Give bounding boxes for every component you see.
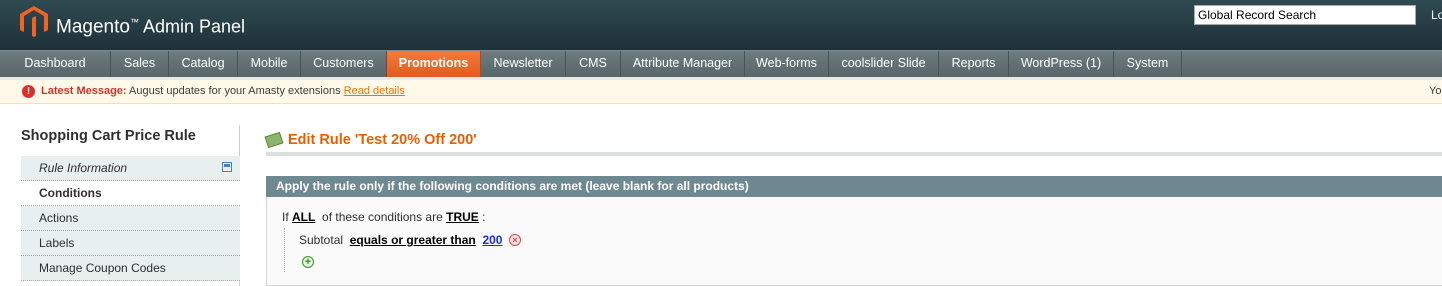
notification-label: Latest Message: bbox=[41, 85, 127, 97]
tab-rule-information[interactable]: Rule Information bbox=[21, 156, 240, 181]
condition-middle: of these conditions are bbox=[322, 210, 443, 224]
logout-link[interactable]: Lo bbox=[1431, 8, 1442, 22]
add-condition-icon[interactable]: + bbox=[302, 256, 314, 268]
notification-message: August updates for your Amasty extension… bbox=[129, 85, 341, 97]
nav-wordpress[interactable]: WordPress (1) bbox=[1009, 51, 1114, 77]
nav-reports[interactable]: Reports bbox=[939, 51, 1009, 77]
tab-actions[interactable]: Actions bbox=[21, 206, 240, 231]
brand-title: Magento™ Admin Panel bbox=[56, 10, 245, 39]
condition-suffix: : bbox=[482, 210, 486, 224]
conditions-fieldset-header: Apply the rule only if the following con… bbox=[266, 176, 1442, 197]
nav-customers[interactable]: Customers bbox=[301, 51, 387, 77]
page-title: Edit Rule 'Test 20% Off 200' bbox=[288, 132, 477, 148]
aggregator-select[interactable]: ALL bbox=[292, 210, 315, 224]
brand-suffix: Admin Panel bbox=[142, 16, 246, 37]
read-details-link[interactable]: Read details bbox=[344, 85, 405, 97]
condition-tree-line bbox=[284, 228, 285, 272]
condition-item: Subtotal equals or greater than 200 bbox=[299, 233, 502, 247]
notification-text: Latest Message: August updates for your … bbox=[41, 85, 405, 97]
condition-operator-select[interactable]: equals or greater than bbox=[350, 233, 476, 247]
global-search-input[interactable] bbox=[1194, 5, 1416, 25]
header-bar: Magento™Admin Panel Lo bbox=[0, 0, 1442, 50]
tab-manage-coupon-codes[interactable]: Manage Coupon Codes bbox=[21, 256, 240, 281]
nav-attribute-manager[interactable]: Attribute Manager bbox=[621, 51, 745, 77]
nav-sales[interactable]: Sales bbox=[111, 51, 169, 77]
condition-value-link[interactable]: 200 bbox=[482, 233, 502, 247]
main-nav: Dashboard Sales Catalog Mobile Customers… bbox=[0, 50, 1442, 77]
nav-catalog[interactable]: Catalog bbox=[169, 51, 238, 77]
magento-logo-icon[interactable] bbox=[20, 6, 48, 38]
nav-promotions[interactable]: Promotions bbox=[387, 51, 481, 77]
brand-name: Magento bbox=[56, 16, 130, 38]
aggregator-value-select[interactable]: TRUE bbox=[446, 210, 479, 224]
changed-save-icon bbox=[222, 162, 232, 172]
brand-tm: ™ bbox=[129, 17, 139, 27]
condition-prefix: If bbox=[282, 210, 289, 224]
nav-coolslider-slide[interactable]: coolslider Slide bbox=[829, 51, 939, 77]
nav-newsletter[interactable]: Newsletter bbox=[481, 51, 566, 77]
tab-conditions[interactable]: Conditions bbox=[21, 181, 240, 206]
condition-aggregator-line: If ALL of these conditions are TRUE : bbox=[282, 210, 485, 224]
tab-labels[interactable]: Labels bbox=[21, 231, 240, 256]
nav-mobile[interactable]: Mobile bbox=[238, 51, 301, 77]
sidebar-title: Shopping Cart Price Rule bbox=[21, 128, 196, 144]
nav-web-forms[interactable]: Web-forms bbox=[745, 51, 829, 77]
notification-bar: ! Latest Message: August updates for you… bbox=[0, 80, 1442, 104]
rule-money-icon bbox=[264, 131, 284, 149]
alert-icon: ! bbox=[22, 85, 35, 98]
nav-system[interactable]: System bbox=[1114, 51, 1182, 77]
nav-dashboard[interactable]: Dashboard bbox=[0, 51, 111, 77]
remove-condition-icon[interactable]: × bbox=[509, 234, 521, 246]
nav-cms[interactable]: CMS bbox=[566, 51, 621, 77]
title-divider bbox=[266, 152, 1442, 156]
notification-right-text: Yo bbox=[1429, 85, 1442, 97]
condition-attribute: Subtotal bbox=[299, 233, 344, 247]
